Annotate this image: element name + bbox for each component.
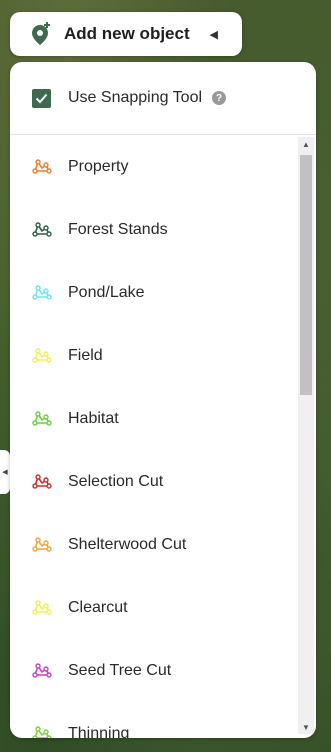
object-type-label: Field [68, 346, 103, 364]
object-type-item[interactable]: Field [10, 324, 296, 387]
scroll-up-arrow-icon[interactable]: ▲ [298, 137, 314, 151]
object-type-item[interactable]: Habitat [10, 387, 296, 450]
polygon-icon [32, 347, 52, 363]
help-circle-icon[interactable]: ? [212, 91, 227, 105]
object-type-label: Thinning [68, 724, 130, 739]
caret-left-icon: ◀ [209, 28, 218, 41]
polygon-icon [32, 410, 52, 426]
map-pin-plus-icon [32, 22, 50, 45]
snapping-tool-row[interactable]: Use Snapping Tool ? [10, 62, 316, 135]
polygon-icon [32, 284, 52, 300]
object-type-label: Seed Tree Cut [68, 661, 172, 679]
object-type-item[interactable]: Property [10, 135, 296, 198]
polygon-icon [32, 725, 52, 738]
object-type-label: Selection Cut [68, 472, 164, 490]
object-type-label: Shelterwood Cut [68, 535, 187, 553]
polygon-icon [32, 473, 52, 489]
polygon-icon [32, 221, 52, 237]
object-type-panel: Use Snapping Tool ? Property Forest Stand… [10, 62, 316, 738]
scrollbar-thumb[interactable] [300, 155, 312, 395]
object-type-label: Forest Stands [68, 220, 168, 238]
object-type-item[interactable]: Shelterwood Cut [10, 513, 296, 576]
object-type-item[interactable]: Pond/Lake [10, 261, 296, 324]
object-type-label: Clearcut [68, 598, 128, 616]
polygon-icon [32, 536, 52, 552]
add-new-object-button[interactable]: Add new object ◀ [10, 12, 242, 56]
polygon-icon [32, 158, 52, 174]
object-type-item[interactable]: Seed Tree Cut [10, 639, 296, 702]
object-type-item[interactable]: Clearcut [10, 576, 296, 639]
checkmark-icon [35, 93, 48, 103]
polygon-icon [32, 662, 52, 678]
object-type-label: Pond/Lake [68, 283, 145, 301]
scroll-down-arrow-icon[interactable]: ▼ [298, 720, 314, 734]
caret-left-small-icon: ◀ [2, 469, 8, 476]
snapping-checkbox[interactable] [32, 88, 51, 108]
object-type-item[interactable]: Selection Cut [10, 450, 296, 513]
scrollbar[interactable]: ▲ ▼ [298, 137, 314, 734]
object-type-label: Property [68, 157, 129, 175]
object-type-item[interactable]: Forest Stands [10, 198, 296, 261]
object-type-list: Property Forest Stands Pond/Lake Field Habit… [10, 135, 296, 738]
object-type-item[interactable]: Thinning [10, 702, 296, 738]
polygon-icon [32, 599, 52, 615]
add-new-object-label: Add new object [64, 24, 190, 43]
collapse-panel-tab[interactable]: ◀ [0, 450, 10, 494]
object-type-label: Habitat [68, 409, 119, 427]
snapping-label: Use Snapping Tool [68, 89, 203, 106]
